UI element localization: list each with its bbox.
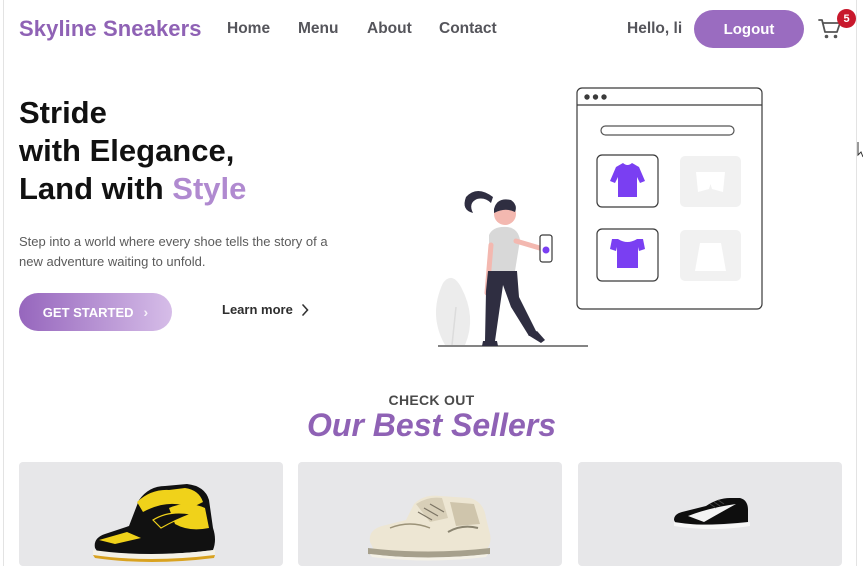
- nav-contact[interactable]: Contact: [439, 20, 497, 38]
- hero-title-line1: Stride: [19, 95, 107, 130]
- best-sellers-title: Our Best Sellers: [307, 407, 556, 443]
- product-card[interactable]: [19, 462, 283, 566]
- product-image: [674, 498, 750, 529]
- learn-more-label: Learn more: [222, 302, 293, 317]
- hero-illustration: [435, 87, 763, 347]
- chevron-right-icon: [302, 303, 309, 316]
- hero-title: Stride with Elegance, Land with Style: [19, 94, 246, 208]
- logout-button[interactable]: Logout: [694, 10, 804, 48]
- user-greeting: Hello, li: [627, 20, 683, 37]
- get-started-label: GET STARTED: [42, 304, 134, 320]
- nav-menu[interactable]: Menu: [298, 20, 338, 38]
- product-card[interactable]: [578, 462, 842, 566]
- get-started-button[interactable]: GET STARTED ›: [19, 293, 172, 331]
- chevron-right-icon: ›: [143, 304, 149, 320]
- hero-title-accent: Style: [172, 171, 247, 206]
- cart-count-badge: 5: [837, 9, 856, 28]
- nav-about[interactable]: About: [367, 20, 412, 38]
- product-card[interactable]: [298, 462, 562, 566]
- product-image: [93, 484, 215, 562]
- hero-title-line3: Land with: [19, 171, 173, 206]
- section-eyebrow: CHECK OUT: [388, 392, 475, 408]
- learn-more-link[interactable]: Learn more: [222, 302, 309, 317]
- brand-logo[interactable]: Skyline Sneakers: [19, 16, 202, 42]
- hero-title-line2: with Elegance,: [19, 133, 235, 168]
- nav-home[interactable]: Home: [227, 20, 270, 38]
- hero-description: Step into a world where every shoe tells…: [19, 234, 328, 269]
- product-image: [368, 495, 491, 561]
- mouse-cursor-icon: [857, 142, 863, 158]
